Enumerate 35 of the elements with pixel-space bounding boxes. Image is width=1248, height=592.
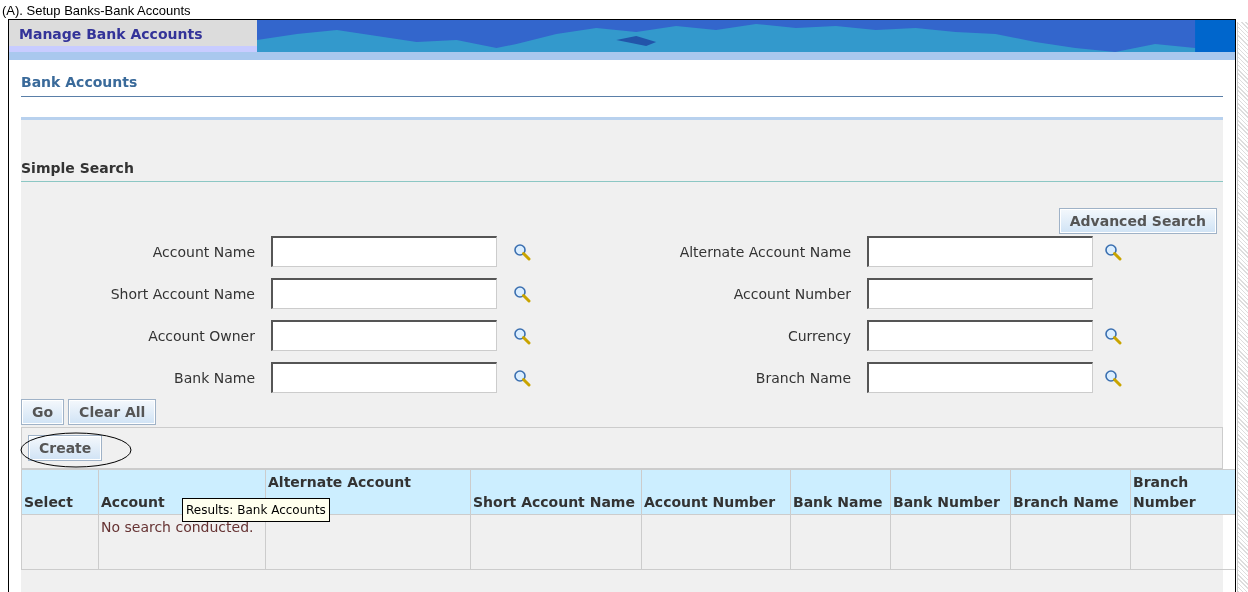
field-label: Currency (787, 327, 852, 344)
field-label: Short Account Name (110, 285, 256, 302)
create-button[interactable]: Create (28, 435, 103, 461)
field-label: Account Name (152, 243, 256, 260)
field-label: Account Number (733, 285, 852, 302)
input-field[interactable] (271, 278, 497, 309)
input-field[interactable] (867, 236, 1093, 267)
scrollbar[interactable] (1237, 22, 1248, 592)
search-icon[interactable] (513, 326, 531, 345)
empty-message: No search conducted. (101, 519, 254, 535)
search-icon[interactable] (513, 242, 531, 261)
input-field[interactable] (867, 320, 1093, 351)
page-title: Bank Accounts (21, 73, 138, 90)
advanced-search-button[interactable]: Advanced Search (1058, 208, 1217, 234)
search-icon[interactable] (513, 284, 531, 303)
search-button[interactable]: Clear All (68, 399, 157, 425)
input-field[interactable] (867, 278, 1093, 309)
search-icon[interactable] (1104, 368, 1122, 387)
tab[interactable]: Manage Bank Accounts (9, 20, 257, 52)
field-label: Bank Name (174, 369, 256, 386)
search-icon[interactable] (1104, 326, 1122, 345)
search-icon[interactable] (513, 368, 531, 387)
caption: (A). Setup Banks-Bank Accounts (1, 3, 191, 18)
field-label: Account Owner (148, 327, 256, 344)
tooltip: Results: Bank Accounts (182, 498, 330, 522)
input-field[interactable] (271, 236, 497, 267)
search-button[interactable]: Go (21, 399, 65, 425)
input-field[interactable] (867, 362, 1093, 393)
column-header[interactable]: Alternate Account (268, 472, 468, 492)
section-title: Simple Search (21, 160, 134, 176)
input-field[interactable] (271, 362, 497, 393)
search-icon[interactable] (1104, 242, 1122, 261)
field-label: Alternate Account Name (679, 243, 852, 260)
input-field[interactable] (271, 320, 497, 351)
field-label: Branch Name (755, 369, 852, 386)
